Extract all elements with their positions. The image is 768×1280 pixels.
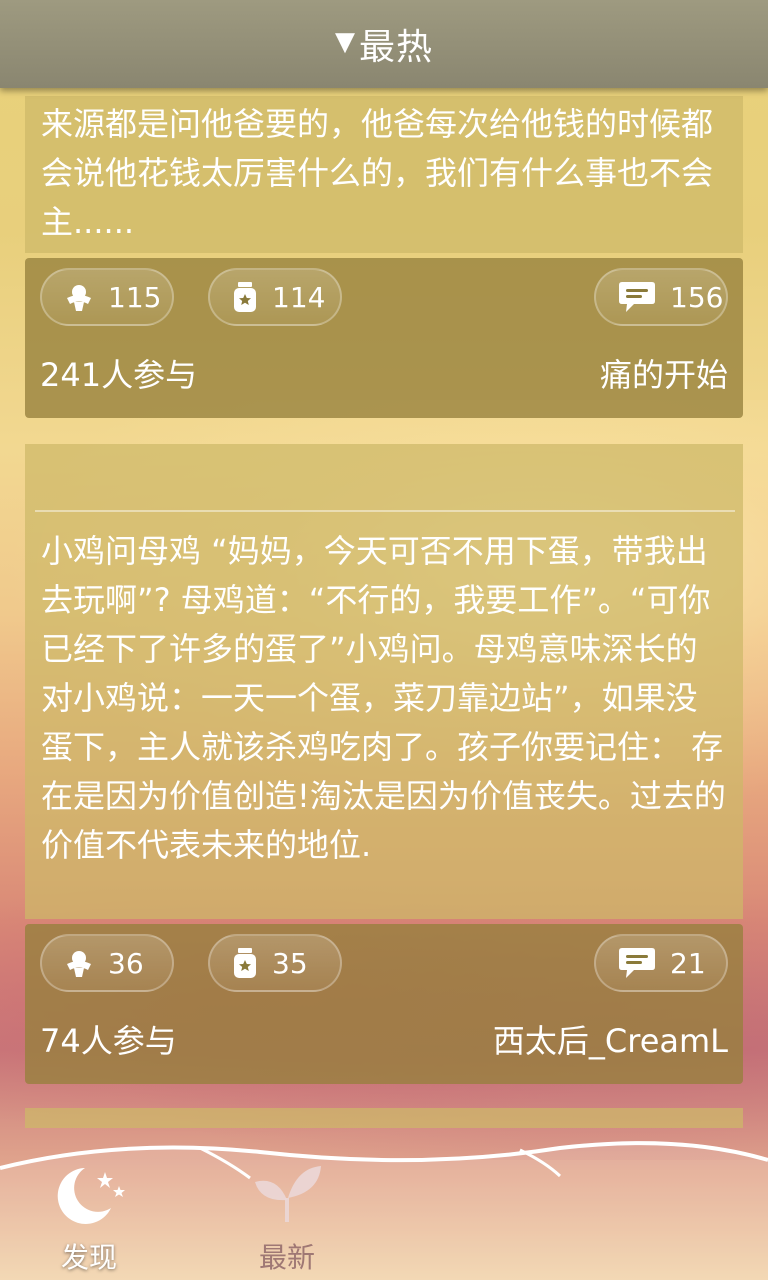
- participant-count: 241人参与: [40, 356, 198, 394]
- jar-button[interactable]: 35: [208, 934, 342, 992]
- post-card-2-meta: 36 35 21 74人参与 西太后_CreamL: [25, 924, 743, 1084]
- jar-button[interactable]: 114: [208, 268, 342, 326]
- tab-discover[interactable]: 发现: [34, 1162, 144, 1276]
- like-count: 36: [108, 946, 144, 980]
- page-title[interactable]: 最热: [359, 18, 433, 70]
- comment-button[interactable]: 21: [594, 934, 728, 992]
- jar-count: 35: [272, 946, 308, 980]
- tab-latest-label: 最新: [258, 1241, 315, 1274]
- tab-discover-label: 发现: [60, 1241, 117, 1274]
- jar-count: 114: [272, 280, 326, 314]
- author-name[interactable]: 西太后_CreamL: [493, 1016, 728, 1062]
- like-button[interactable]: 115: [40, 268, 174, 326]
- participant-count: 74人参与: [40, 1022, 177, 1060]
- leaf-icon: [255, 1166, 321, 1222]
- hug-icon: [67, 951, 91, 977]
- post-feed[interactable]: 来源都是问他爸要的，他爸每次给他钱的时候都会说他花钱太厉害什么的，我们有什么事也…: [0, 88, 768, 1128]
- hug-icon: [67, 285, 91, 311]
- comment-count: 156: [670, 280, 724, 314]
- star-jar-icon: [234, 282, 256, 312]
- post-text: 小鸡问母鸡 “妈妈，今天可否不用下蛋，带我出去玩啊”? 母鸡道：“不行的，我要工…: [41, 532, 726, 864]
- post-text: 来源都是问他爸要的，他爸每次给他钱的时候都会说他花钱太厉害什么的，我们有什么事也…: [41, 105, 714, 241]
- comment-icon: [619, 948, 655, 978]
- author-name[interactable]: 痛的开始: [600, 350, 728, 396]
- comment-button[interactable]: 156: [594, 268, 728, 326]
- post-card-1-meta: 115 114 156 241人参与 痛的开始: [25, 258, 743, 418]
- moon-stars-icon: [57, 1168, 125, 1224]
- like-count: 115: [108, 280, 162, 314]
- tab-latest[interactable]: 最新: [232, 1162, 342, 1276]
- post-card-2-text[interactable]: 小鸡问母鸡 “妈妈，今天可否不用下蛋，带我出去玩啊”? 母鸡道：“不行的，我要工…: [25, 444, 743, 919]
- star-jar-icon: [234, 948, 256, 978]
- comment-icon: [619, 282, 655, 312]
- post-card-3-peek[interactable]: [25, 1108, 743, 1128]
- dropdown-triangle-icon[interactable]: ▼: [335, 27, 355, 57]
- post-divider: [35, 510, 735, 512]
- bottom-tab-bar: 发现 最新: [0, 1128, 768, 1280]
- post-card-1-text[interactable]: 来源都是问他爸要的，他爸每次给他钱的时候都会说他花钱太厉害什么的，我们有什么事也…: [25, 96, 743, 253]
- like-button[interactable]: 36: [40, 934, 174, 992]
- comment-count: 21: [670, 946, 706, 980]
- top-bar[interactable]: ▼ 最热: [0, 0, 768, 88]
